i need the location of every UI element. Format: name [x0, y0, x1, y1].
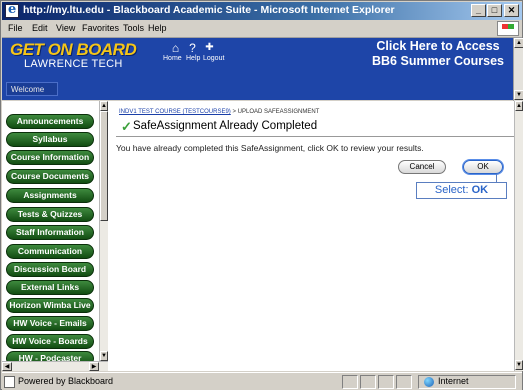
- title-bar: http://my.ltu.edu - Blackboard Academic …: [2, 2, 522, 20]
- checkmark-icon: ✓: [121, 119, 132, 134]
- content-scrollbar[interactable]: ▲ ▼: [514, 101, 523, 371]
- scroll-right-icon[interactable]: ▶: [89, 362, 99, 371]
- header-scrollbar[interactable]: ▲ ▼: [513, 38, 523, 101]
- nav-external-links[interactable]: External Links: [6, 280, 94, 295]
- menu-edit[interactable]: Edit: [32, 23, 48, 33]
- nav-tests-quizzes[interactable]: Tests & Quizzes: [6, 207, 94, 222]
- windows-flag-icon: [497, 21, 519, 36]
- menu-favorites[interactable]: Favorites: [82, 23, 119, 33]
- ok-button[interactable]: OK: [463, 160, 503, 174]
- sidebar-scroll-down-icon[interactable]: ▼: [100, 351, 108, 361]
- breadcrumb: INDV1 TEST COURSE (TESTCOURSE9) > UPLOAD…: [119, 109, 319, 115]
- logo-subtitle: LAWRENCE TECH: [24, 58, 123, 70]
- breadcrumb-separator: >: [230, 109, 238, 115]
- main-content: INDV1 TEST COURSE (TESTCOURSE9) > UPLOAD…: [116, 101, 516, 371]
- completion-message: You have already completed this SafeAssi…: [116, 143, 424, 153]
- nav-hw-voice-boards[interactable]: HW Voice - Boards: [6, 334, 94, 349]
- nav-discussion-board[interactable]: Discussion Board: [6, 262, 94, 277]
- callout-emphasis: OK: [471, 184, 489, 196]
- tab-welcome[interactable]: Welcome: [6, 82, 58, 96]
- scroll-down-icon[interactable]: ▼: [514, 90, 523, 100]
- security-zone: Internet: [438, 376, 469, 386]
- scroll-up-icon[interactable]: ▲: [514, 38, 523, 48]
- ie-icon: [5, 2, 19, 18]
- status-bar: Powered by Blackboard Internet: [2, 372, 522, 390]
- page-icon: [4, 376, 15, 388]
- sidebar-scroll-up-icon[interactable]: ▲: [100, 101, 108, 111]
- logo-title[interactable]: GET ON BOARD: [10, 40, 137, 60]
- summer-courses-banner[interactable]: Click Here to Access BB6 Summer Courses: [368, 39, 508, 69]
- home-icon[interactable]: ⌂: [169, 42, 182, 54]
- page-title: SafeAssignment Already Completed: [133, 120, 318, 132]
- sidebar-scrollbar[interactable]: ▲ ▼: [99, 101, 108, 371]
- browser-window: http://my.ltu.edu - Blackboard Academic …: [0, 0, 523, 390]
- menu-help[interactable]: Help: [148, 23, 167, 33]
- nav-horizon-wimba-live[interactable]: Horizon Wimba Live: [6, 298, 94, 313]
- breadcrumb-course-link[interactable]: INDV1 TEST COURSE (TESTCOURSE9): [119, 109, 231, 115]
- content-scroll-up-icon[interactable]: ▲: [515, 101, 523, 111]
- help-link[interactable]: Help: [186, 55, 200, 62]
- scroll-left-icon[interactable]: ◀: [2, 362, 12, 371]
- nav-course-information[interactable]: Course Information: [6, 150, 94, 165]
- content-scroll-down-icon[interactable]: ▼: [515, 360, 523, 370]
- logout-link[interactable]: Logout: [203, 55, 224, 62]
- nav-hw-voice-emails[interactable]: HW Voice - Emails: [6, 316, 94, 331]
- status-text: Powered by Blackboard: [18, 376, 114, 386]
- close-button[interactable]: ✕: [504, 4, 519, 17]
- nav-course-documents[interactable]: Course Documents: [6, 169, 94, 184]
- sidebar-scroll-thumb[interactable]: [100, 111, 108, 221]
- window-title: http://my.ltu.edu - Blackboard Academic …: [23, 4, 395, 16]
- sidebar-horizontal-scrollbar[interactable]: ◀ ▶: [2, 361, 108, 371]
- maximize-button[interactable]: □: [487, 4, 502, 17]
- logout-icon[interactable]: ✚: [203, 42, 216, 54]
- instruction-callout: Select: OK: [416, 182, 507, 199]
- body-area: Announcements Syllabus Course Informatio…: [2, 101, 523, 371]
- menu-bar: File Edit View Favorites Tools Help: [2, 20, 522, 38]
- course-menu: Announcements Syllabus Course Informatio…: [2, 101, 99, 371]
- heading-divider: [116, 136, 515, 137]
- callout-text: Select:: [434, 184, 472, 196]
- nav-syllabus[interactable]: Syllabus: [6, 132, 94, 147]
- site-header: GET ON BOARD LAWRENCE TECH ⌂ Home ? Help…: [2, 38, 513, 100]
- nav-assignments[interactable]: Assignments: [6, 188, 94, 203]
- menu-file[interactable]: File: [8, 23, 23, 33]
- minimize-button[interactable]: _: [471, 4, 486, 17]
- status-cell: [360, 375, 376, 389]
- breadcrumb-current: UPLOAD SAFEASSIGNMENT: [237, 109, 320, 115]
- menu-view[interactable]: View: [56, 23, 75, 33]
- cancel-button[interactable]: Cancel: [398, 160, 446, 174]
- nav-staff-information[interactable]: Staff Information: [6, 225, 94, 240]
- nav-communication[interactable]: Communication: [6, 244, 94, 259]
- nav-announcements[interactable]: Announcements: [6, 114, 94, 129]
- help-icon[interactable]: ?: [186, 42, 199, 54]
- home-link[interactable]: Home: [163, 55, 182, 62]
- globe-icon: [424, 377, 434, 387]
- status-cell: [378, 375, 394, 389]
- menu-tools[interactable]: Tools: [123, 23, 144, 33]
- status-cell: [342, 375, 358, 389]
- status-cell: [396, 375, 412, 389]
